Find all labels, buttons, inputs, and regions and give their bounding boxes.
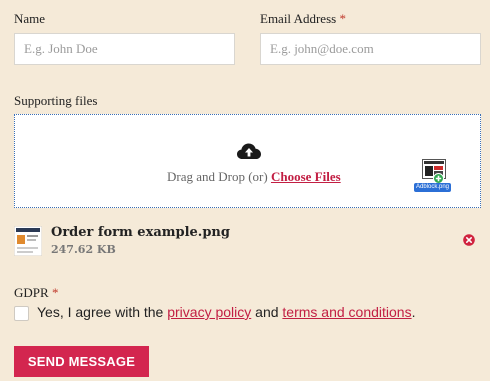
- file-dropzone[interactable]: Drag and Drop (or) Choose Files Adblock.…: [14, 114, 481, 208]
- name-label: Name: [14, 11, 46, 26]
- dropzone-instruction: Drag and Drop (or): [167, 169, 268, 184]
- drag-file-label: Adblock.png: [414, 183, 452, 192]
- consent-prefix: Yes, I agree with the: [37, 304, 164, 320]
- dropzone-text: Drag and Drop (or) Choose Files: [167, 169, 341, 185]
- upload-cloud-icon: [237, 143, 261, 159]
- send-message-button[interactable]: SEND MESSAGE: [14, 346, 149, 377]
- gdpr-consent-text: Yes, I agree with the privacy policy and…: [37, 304, 415, 320]
- consent-middle: and: [255, 304, 279, 320]
- file-thumbnail: [14, 226, 42, 256]
- consent-suffix: .: [411, 304, 416, 320]
- files-label: Supporting files: [14, 93, 98, 108]
- uploaded-file-item: Order form example.png 247.62 KB: [14, 224, 481, 260]
- gdpr-checkbox[interactable]: [14, 306, 29, 321]
- drag-file-preview: Adblock.png: [414, 159, 456, 195]
- name-input[interactable]: E.g. John Doe: [14, 33, 235, 65]
- terms-link[interactable]: terms and conditions: [282, 304, 411, 320]
- gdpr-label-text: GDPR: [14, 285, 49, 300]
- email-label-text: Email Address: [260, 11, 337, 26]
- email-placeholder: E.g. john@doe.com: [270, 41, 374, 56]
- gdpr-label: GDPR *: [14, 285, 58, 301]
- file-size: 247.62 KB: [51, 243, 116, 256]
- privacy-policy-link[interactable]: privacy policy: [167, 304, 251, 320]
- gdpr-required-mark: *: [51, 285, 59, 300]
- remove-file-icon[interactable]: [463, 234, 475, 246]
- name-placeholder: E.g. John Doe: [24, 41, 98, 56]
- file-name: Order form example.png: [51, 225, 230, 240]
- email-required-mark: *: [339, 11, 346, 26]
- email-input[interactable]: E.g. john@doe.com: [260, 33, 481, 65]
- email-label: Email Address *: [260, 11, 346, 27]
- choose-files-link[interactable]: Choose Files: [271, 169, 341, 184]
